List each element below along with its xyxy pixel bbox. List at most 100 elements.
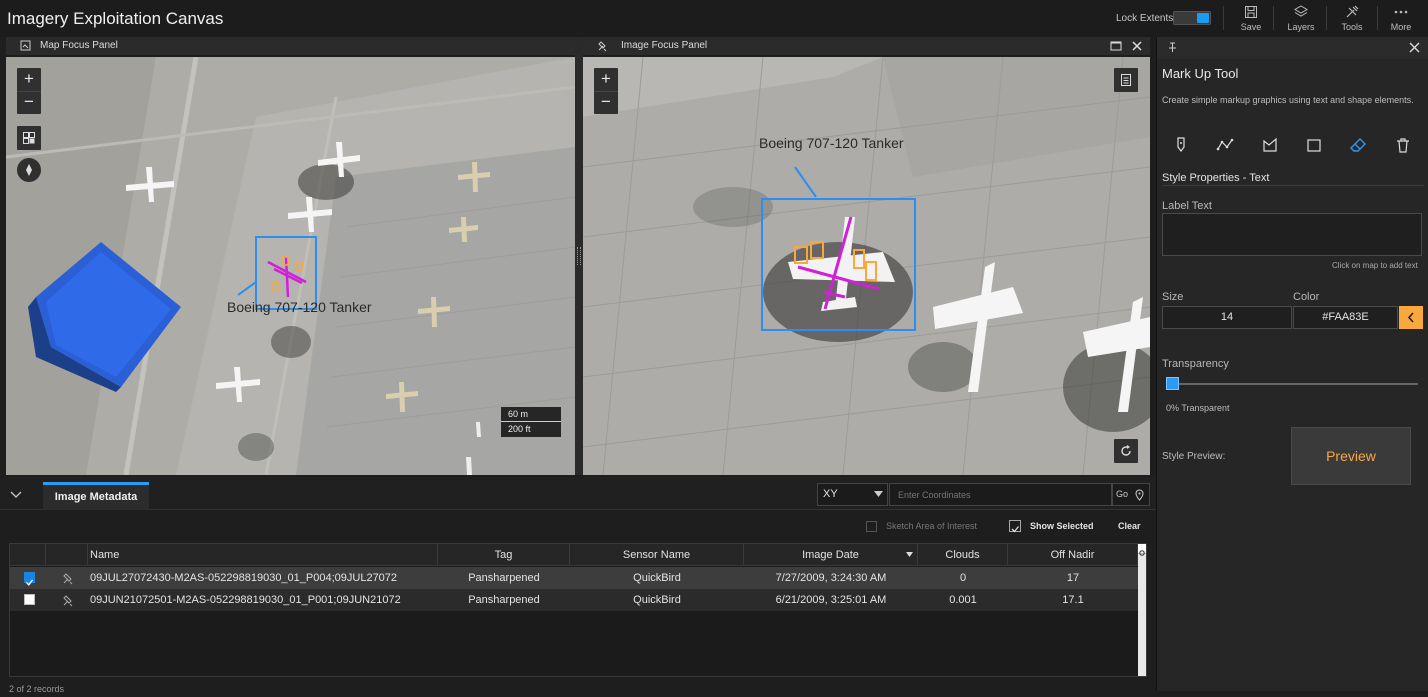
rectangle-tool-icon[interactable] (1305, 136, 1323, 154)
sketch-aoi-checkbox[interactable] (866, 521, 877, 532)
image-date-header-label: Image Date (802, 549, 859, 561)
clear-button[interactable]: Clear (1118, 521, 1141, 531)
basemap-button[interactable] (17, 126, 41, 150)
eraser-icon[interactable] (1349, 136, 1367, 154)
maximize-icon[interactable] (1110, 40, 1122, 52)
map-annotation-label[interactable]: Boeing 707-120 Tanker (227, 299, 372, 315)
row-select-checkbox[interactable] (24, 572, 35, 586)
cell-name: 09JUL27072430-M2AS-052298819030_01_P004;… (90, 572, 398, 584)
cell-image-date: 6/21/2009, 3:25:01 AM (775, 594, 887, 606)
image-panel-title: Image Focus Panel (621, 40, 708, 51)
coordinate-mode-select[interactable]: XY (817, 483, 888, 506)
markup-panel-header (1157, 37, 1428, 59)
toolbar-divider (1377, 6, 1378, 30)
table-row[interactable]: 09JUN21072501-M2AS-052298819030_01_P001;… (10, 589, 1138, 611)
size-label: Size (1162, 291, 1184, 303)
column-header-clouds[interactable]: Clouds (918, 544, 1008, 566)
save-icon (1245, 6, 1257, 18)
cell-tag: Pansharpened (468, 572, 540, 584)
image-panel-header: Image Focus Panel (583, 37, 1150, 55)
column-header-sensor[interactable]: Sensor Name (570, 544, 744, 566)
image-zoom-control: + − (594, 68, 618, 114)
column-header-off-nadir[interactable]: Off Nadir (1008, 544, 1138, 566)
records-count: 2 of 2 records (9, 684, 65, 694)
show-selected-label: Show Selected (1030, 521, 1094, 531)
image-info-button[interactable] (1114, 68, 1138, 92)
column-header-image-date[interactable]: Image Date (744, 544, 918, 566)
settings-icon (1139, 550, 1145, 556)
tools-button[interactable]: Tools (1330, 2, 1374, 36)
satellite-icon[interactable] (62, 594, 75, 607)
compass-button[interactable] (17, 158, 41, 182)
table-header-row: Name Tag Sensor Name Image Date Clouds O… (10, 544, 1146, 566)
cell-tag: Pansharpened (468, 594, 540, 606)
image-refresh-button[interactable] (1114, 439, 1138, 463)
color-input[interactable]: #FAA83E (1293, 306, 1398, 329)
row-select-checkbox[interactable] (24, 594, 35, 605)
zoom-out-button[interactable]: − (17, 91, 41, 114)
transparency-label: Transparency (1162, 358, 1229, 370)
image-imagery (583, 57, 1150, 475)
compass-icon (26, 164, 32, 176)
tools-icon (1346, 5, 1359, 18)
save-button[interactable]: Save (1229, 2, 1273, 36)
transparency-slider-handle[interactable] (1166, 377, 1179, 390)
map-imagery (6, 57, 575, 475)
cell-off-nadir: 17 (1066, 572, 1080, 584)
layers-icon (1294, 5, 1308, 17)
collapse-chevron-icon[interactable] (10, 490, 22, 500)
polyline-tool-icon[interactable] (1216, 136, 1234, 154)
style-properties-title: Style Properties - Text (1162, 172, 1270, 184)
image-zoom-in-button[interactable]: + (594, 68, 618, 91)
panel-splitter[interactable] (575, 37, 583, 475)
layers-label: Layers (1287, 22, 1315, 32)
style-preview-label: Style Preview: (1162, 451, 1226, 462)
color-picker-button[interactable] (1399, 306, 1423, 329)
satellite-icon[interactable] (62, 572, 75, 585)
go-label: Go (1116, 489, 1129, 499)
image-view[interactable]: Boeing 707-120 Tanker + − (583, 57, 1150, 475)
scale-bar: 60 m 200 ft (501, 407, 561, 437)
zoom-in-button[interactable]: + (17, 68, 41, 91)
divider (1162, 185, 1424, 186)
save-label: Save (1240, 22, 1262, 32)
lock-extents-label: Lock Extents (1116, 13, 1174, 24)
map-view[interactable]: Boeing 707-120 Tanker + − 60 m 200 ft (6, 57, 575, 475)
more-button[interactable]: More (1379, 2, 1423, 36)
location-pin-icon (1135, 489, 1144, 501)
image-annotation-label[interactable]: Boeing 707-120 Tanker (759, 135, 904, 151)
table-scrollbar[interactable] (1138, 544, 1146, 676)
pin-icon[interactable] (1167, 42, 1178, 53)
tab-image-metadata[interactable]: Image Metadata (43, 482, 149, 510)
cell-clouds: 0.001 (949, 594, 977, 606)
show-selected-checkbox[interactable] (1009, 520, 1021, 533)
more-label: More (1390, 22, 1412, 32)
image-zoom-out-button[interactable]: − (594, 91, 618, 114)
toggle-knob (1197, 13, 1209, 23)
lock-extents-toggle[interactable] (1173, 11, 1211, 25)
coordinates-input[interactable] (889, 483, 1112, 506)
document-icon (1121, 74, 1131, 86)
layers-button[interactable]: Layers (1279, 2, 1323, 36)
toolbar-divider (1223, 6, 1224, 30)
check-icon (26, 579, 34, 586)
cell-image-date: 7/27/2009, 3:24:30 AM (775, 572, 887, 584)
go-button[interactable]: Go (1112, 483, 1150, 506)
close-icon[interactable] (1131, 40, 1143, 52)
trash-icon[interactable] (1394, 136, 1412, 154)
table-row[interactable]: 09JUL27072430-M2AS-052298819030_01_P004;… (10, 567, 1138, 589)
marker-tool-icon[interactable] (1172, 136, 1190, 154)
metadata-table: Name Tag Sensor Name Image Date Clouds O… (9, 543, 1147, 677)
polygon-tool-icon[interactable] (1261, 136, 1279, 154)
size-input[interactable]: 14 (1162, 306, 1292, 329)
close-icon[interactable] (1409, 42, 1420, 53)
label-text-input[interactable] (1162, 213, 1422, 256)
column-header-name[interactable]: Name (88, 544, 438, 566)
transparency-slider-track[interactable] (1170, 383, 1418, 385)
transparency-value: 0% Transparent (1166, 403, 1230, 413)
column-header-tag[interactable]: Tag (438, 544, 570, 566)
zoom-control: + − (17, 68, 41, 114)
map-panel-title: Map Focus Panel (40, 40, 118, 51)
markup-panel: Mark Up Tool Create simple markup graphi… (1156, 37, 1428, 691)
toolbar-divider (1273, 6, 1274, 30)
